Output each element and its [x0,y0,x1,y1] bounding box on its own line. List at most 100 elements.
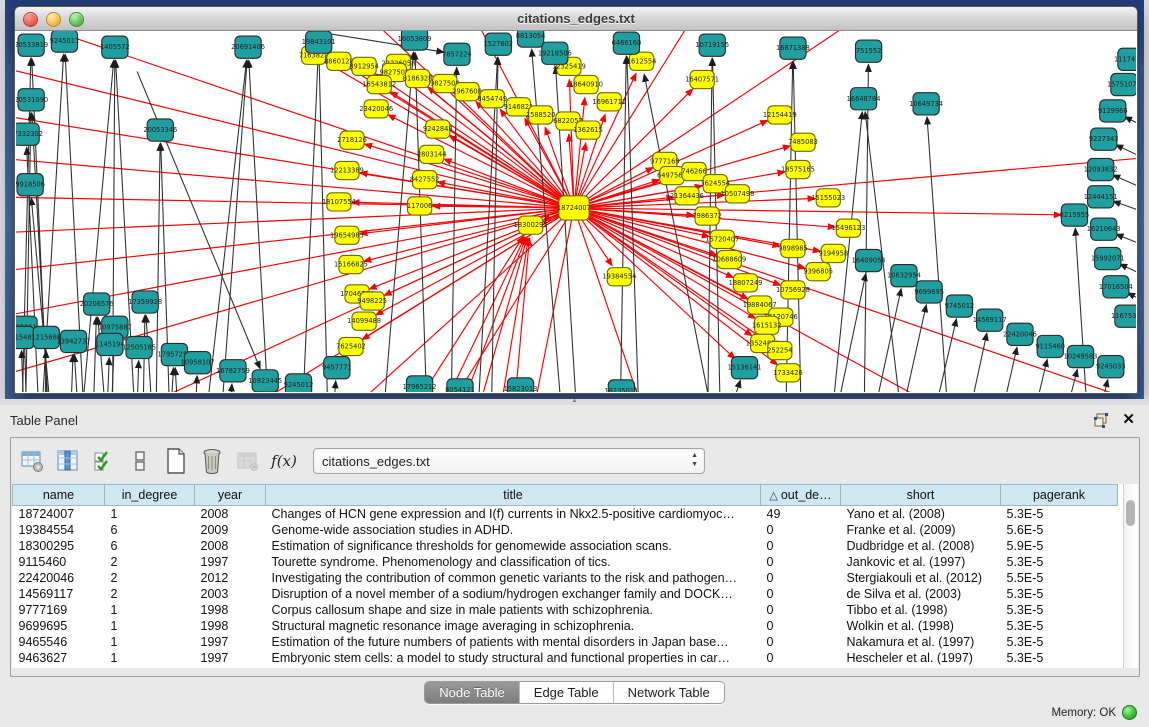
table-cell[interactable]: 6 [105,538,195,554]
table-cell[interactable]: Disruption of a novel member of a sodium… [266,586,761,602]
table-cell[interactable]: 19384554 [13,522,105,538]
graph-edge[interactable] [74,355,81,392]
graph-node[interactable]: 21364436 [670,187,704,205]
table-cell[interactable]: 2012 [195,570,266,586]
graph-node[interactable]: 10249583 [1064,345,1098,367]
tab-network-table[interactable]: Network Table [614,682,724,703]
graph-node[interactable]: 15720407 [705,230,739,248]
table-cell[interactable]: 6 [105,522,195,538]
table-row[interactable]: 1830029562008Estimation of significance … [13,538,1118,554]
table-cell[interactable]: 1 [105,602,195,618]
table-cell[interactable]: 0 [761,586,841,602]
table-cell[interactable]: 2 [105,554,195,570]
graph-node[interactable]: 12505185 [122,336,156,358]
graph-node[interactable]: 20053346 [143,119,177,141]
table-cell[interactable]: 5.3E-5 [1001,586,1118,602]
table-cell[interactable]: 0 [761,522,841,538]
function-builder-icon[interactable]: f(x) [271,448,297,474]
graph-node[interactable]: 17016504 [1099,276,1133,298]
graph-node[interactable]: 10958107 [181,352,215,374]
graph-edge[interactable] [430,238,527,392]
float-window-icon[interactable] [1093,412,1109,428]
graph-node[interactable]: 7625402 [336,337,366,355]
graph-node[interactable]: 20691406 [231,36,265,58]
graph-node[interactable]: 9396805 [803,263,833,281]
table-cell[interactable]: Structural magnetic resonance image aver… [266,618,761,634]
graph-node[interactable]: 23420046 [359,100,393,118]
graph-node[interactable]: 12213389 [330,161,364,179]
delete-table-icon[interactable] [199,448,225,474]
new-table-icon[interactable] [163,448,189,474]
graph-node[interactable]: 7485083 [788,133,818,151]
graph-edge[interactable] [712,380,740,392]
graph-edge[interactable] [299,55,319,392]
graph-node[interactable]: 9699695 [914,281,944,303]
graph-node[interactable]: 8454749 [477,90,507,108]
graph-node[interactable]: 15166825 [334,255,368,273]
column-header-year[interactable]: year [195,485,266,506]
graph-node[interactable]: 12444151 [1084,186,1118,208]
table-cell[interactable]: 5.3E-5 [1001,650,1118,666]
table-cell[interactable]: Stergiakouli et al. (2012) [841,570,1001,586]
graph-node[interactable]: 1362615 [573,121,603,139]
table-cell[interactable]: 1997 [195,554,266,570]
table-row[interactable]: 911546021997Tourette syndrome. Phenomeno… [13,554,1118,570]
table-row[interactable]: 977716911998Corpus callosum shape and si… [13,602,1118,618]
table-cell[interactable]: 9463627 [13,650,105,666]
graph-node[interactable]: 10923445 [248,370,282,392]
graph-node[interactable]: 14569117 [973,309,1007,331]
table-cell[interactable]: 9115460 [13,554,105,570]
table-cell[interactable]: Tibbo et al. (1998) [841,602,1001,618]
graph-node[interactable]: 18575165 [781,160,815,178]
graph-node[interactable]: 11675312 [1111,305,1136,327]
table-cell[interactable]: 5.3E-5 [1001,506,1118,523]
network-canvas[interactable]: 1872400718300295193845547163822886012889… [16,31,1136,392]
graph-edge[interactable] [68,355,73,392]
table-cell[interactable]: Jankovic et al. (1997) [841,554,1001,570]
graph-node[interactable]: 16543812 [362,75,396,93]
graph-node[interactable]: 19384554 [602,268,636,286]
column-select-icon[interactable] [55,448,81,474]
graph-node[interactable]: 16648784 [847,88,881,110]
table-cell[interactable]: 1 [105,634,195,650]
graph-node[interactable]: 1527602 [483,33,513,55]
table-cell[interactable]: 2003 [195,586,266,602]
table-cell[interactable]: Estimation of the future numbers of pati… [266,634,761,650]
graph-node[interactable]: 19218506 [538,42,572,64]
graph-node[interactable]: 9194958 [818,244,848,262]
table-settings-icon[interactable] [19,448,45,474]
graph-node[interactable]: 8186328 [403,69,433,87]
graph-node[interactable]: 16409054 [852,249,886,271]
graph-node[interactable]: 9498225 [357,292,387,310]
table-cell[interactable]: Wolkin et al. (1998) [841,618,1001,634]
graph-node[interactable]: 10688609 [712,250,746,268]
scrollbar-thumb[interactable] [1126,500,1135,526]
graph-node[interactable]: 2803144 [417,145,447,163]
table-cell[interactable]: 0 [761,570,841,586]
column-header-short[interactable]: short [841,485,1001,506]
column-header-out_de[interactable]: △out_de… [761,485,841,506]
table-cell[interactable]: 1997 [195,634,266,650]
table-cell[interactable]: 22420046 [13,570,105,586]
close-icon[interactable]: ✕ [1122,410,1135,428]
table-select-dropdown[interactable]: citations_edges.txt▲▼ [313,448,705,474]
graph-node[interactable]: 9115460 [1035,335,1065,357]
graph-node[interactable]: 18300295 [514,216,548,234]
graph-node[interactable]: 17332302 [16,123,43,145]
table-row[interactable]: 969969511998Structural magnetic resonanc… [13,618,1118,634]
table-cell[interactable]: 2009 [195,522,266,538]
dropdown-stepper-icon[interactable]: ▲▼ [691,451,698,469]
table-row[interactable]: 1456911722003Disruption of a novel membe… [13,586,1118,602]
tab-node-table[interactable]: Node Table [425,682,520,703]
graph-edge[interactable] [927,117,954,392]
graph-node[interactable]: 17359928 [128,291,162,313]
graph-node[interactable]: 8427552 [410,171,440,189]
graph-node[interactable]: 11174276 [1114,48,1136,70]
table-cell[interactable]: 5.3E-5 [1001,602,1118,618]
graph-node[interactable]: 10719155 [695,34,729,56]
minimize-window-button[interactable] [46,12,61,27]
graph-node[interactable]: 17965212 [403,376,437,392]
table-cell[interactable]: 0 [761,538,841,554]
table-cell[interactable]: 1997 [195,650,266,666]
table-cell[interactable]: 9699695 [13,618,105,634]
